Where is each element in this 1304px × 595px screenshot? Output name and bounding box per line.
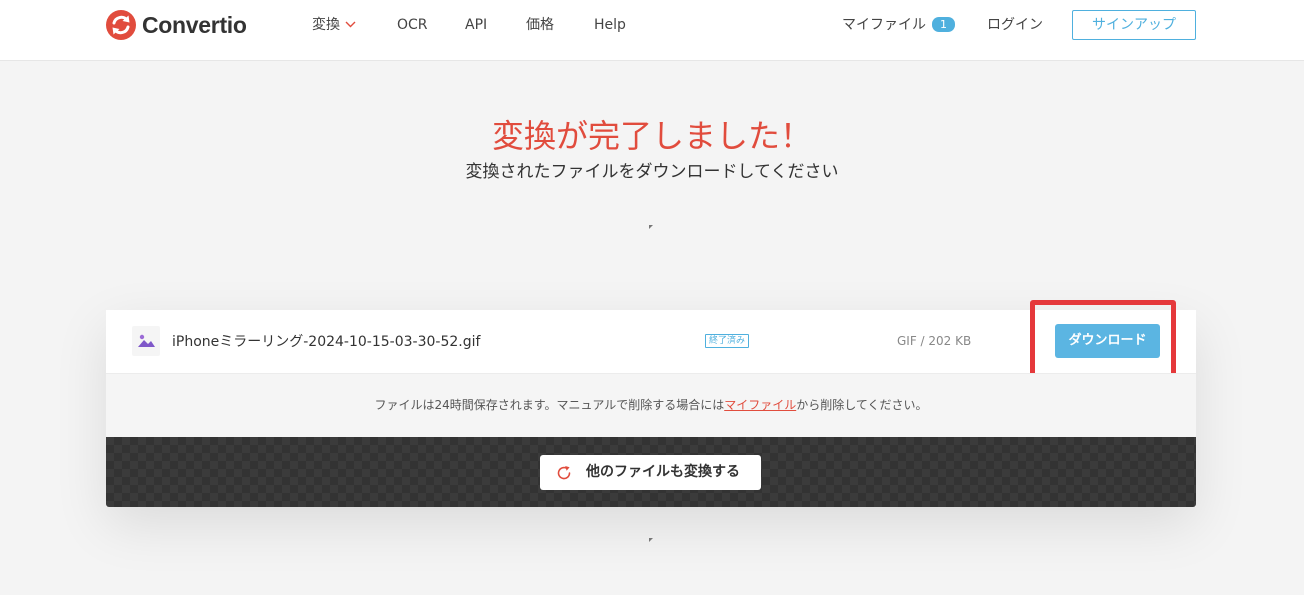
nav-pricing[interactable]: 価格 xyxy=(526,16,554,34)
file-name: iPhoneミラーリング-2024-10-15-03-30-52.gif xyxy=(172,334,481,350)
nav-convert-label: 変換 xyxy=(312,17,340,33)
page-subtitle: 変換されたファイルをダウンロードしてください xyxy=(465,162,839,182)
refresh-icon xyxy=(557,466,571,480)
logo-text: Convertio xyxy=(142,11,247,38)
retention-note: ファイルは24時間保存されます。マニュアルで削除する場合にはマイファイルから削除… xyxy=(106,373,1196,438)
loading-dot xyxy=(649,225,653,229)
file-row: iPhoneミラーリング-2024-10-15-03-30-52.gif 終了済… xyxy=(106,300,1196,378)
convert-more-button[interactable]: 他のファイルも変換する xyxy=(540,455,761,490)
my-files-label: マイファイル xyxy=(842,17,926,33)
note-text-before: ファイルは24時間保存されます。マニュアルで削除する場合には xyxy=(374,398,725,412)
highlight-box xyxy=(1030,300,1176,378)
nav-help[interactable]: Help xyxy=(594,16,626,34)
nav-ocr[interactable]: OCR xyxy=(397,16,428,34)
convertio-logo-icon xyxy=(106,10,136,40)
loading-dot xyxy=(649,538,653,542)
file-meta: GIF / 202 KB xyxy=(897,334,972,348)
nav-my-files[interactable]: マイファイル 1 xyxy=(842,16,955,34)
login-link[interactable]: ログイン xyxy=(987,16,1043,34)
nav-convert[interactable]: 変換 xyxy=(312,16,356,34)
note-text-after: から削除してください。 xyxy=(796,398,928,412)
signup-button[interactable]: サインアップ xyxy=(1072,10,1196,40)
page-title: 変換が完了しました！ xyxy=(491,117,812,155)
my-files-link[interactable]: マイファイル xyxy=(724,398,796,412)
top-header: Convertio 変換 OCR API 価格 Help マイファイル 1 ログイ… xyxy=(0,0,1304,61)
logo[interactable]: Convertio xyxy=(106,10,247,40)
conversion-card: iPhoneミラーリング-2024-10-15-03-30-52.gif 終了済… xyxy=(106,300,1196,507)
status-badge: 終了済み xyxy=(705,334,750,348)
image-icon xyxy=(138,334,155,347)
image-file-icon xyxy=(132,326,160,356)
action-bar: 他のファイルも変換する xyxy=(106,437,1196,507)
nav-api[interactable]: API xyxy=(465,16,487,34)
chevron-down-icon xyxy=(345,21,356,28)
my-files-count-badge: 1 xyxy=(932,17,955,32)
convert-more-label: 他のファイルも変換する xyxy=(586,464,740,480)
